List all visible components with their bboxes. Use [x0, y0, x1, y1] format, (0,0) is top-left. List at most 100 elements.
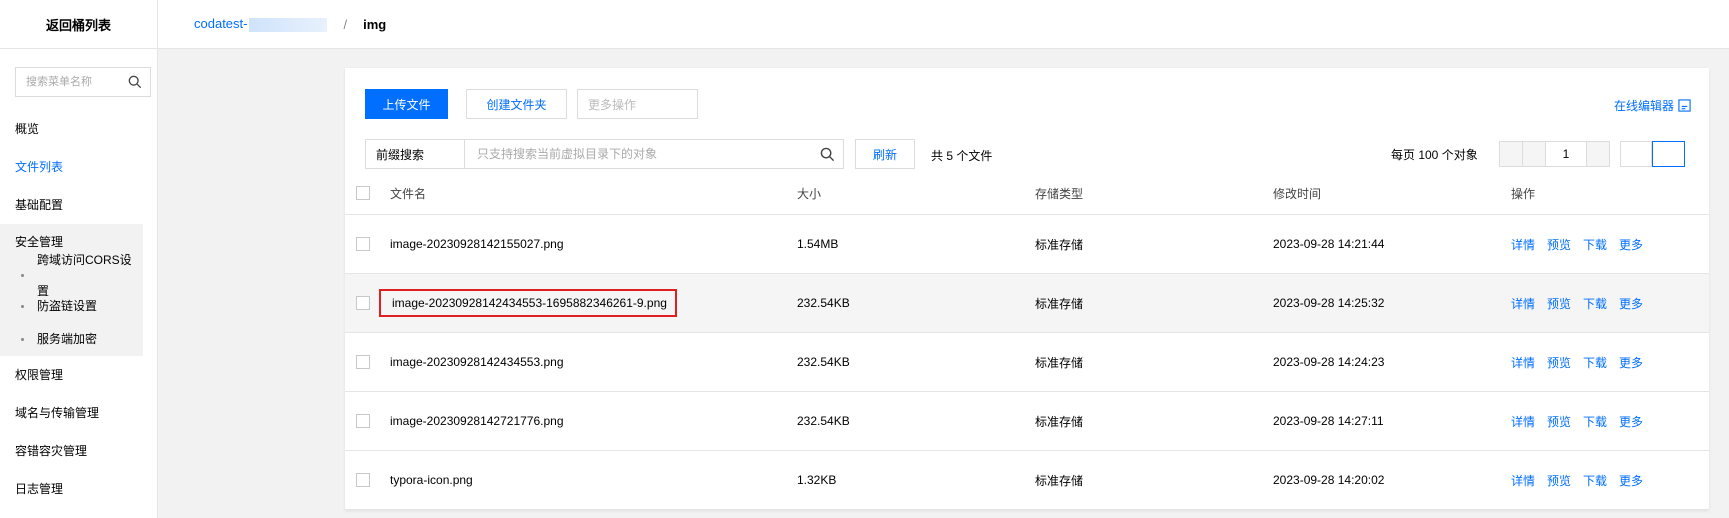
more-link[interactable]: 更多 [1619, 238, 1643, 252]
menu-search-input[interactable] [24, 75, 128, 89]
row-select-cell [345, 391, 390, 451]
prev-page-button[interactable] [1522, 141, 1546, 167]
table-row: image-20230928142434553.png 232.54KB 标准存… [345, 332, 1709, 392]
download-link[interactable]: 下载 [1583, 356, 1607, 370]
external-editor-icon [1678, 99, 1691, 112]
storage-class: 标准存储 [1035, 214, 1273, 274]
storage-class: 标准存储 [1035, 391, 1273, 451]
object-search-input[interactable] [475, 146, 809, 162]
upload-file-button[interactable]: 上传文件 [365, 89, 448, 119]
object-search-box[interactable] [464, 139, 844, 169]
back-to-bucket-list-button[interactable]: 返回桶列表 [0, 0, 157, 49]
page-number-input[interactable]: 1 [1545, 141, 1587, 167]
redacted-bucket-suffix [249, 17, 328, 32]
file-table: 文件名 大小 存储类型 修改时间 操作 image-20230928142155… [345, 172, 1709, 510]
select-all-checkbox[interactable] [356, 186, 370, 201]
table-row: typora-icon.png 1.32KB 标准存储 2023-09-28 1… [345, 450, 1709, 510]
create-folder-button[interactable]: 创建文件夹 [466, 89, 567, 119]
list-view-toggle[interactable] [1620, 141, 1652, 167]
next-page-button[interactable] [1586, 141, 1610, 167]
sidebar-item-logs[interactable]: 日志管理 [0, 470, 157, 508]
file-name[interactable]: image-20230928142155027.png [390, 214, 797, 274]
sidebar-subitem-encryption[interactable]: 服务端加密 [0, 322, 143, 356]
details-link[interactable]: 详情 [1511, 238, 1535, 252]
search-mode-select[interactable]: 前缀搜索 [365, 139, 465, 169]
file-name[interactable]: image-20230928142721776.png [390, 391, 797, 451]
sidebar-subitem-label: 防盗链设置 [37, 299, 98, 313]
more-link[interactable]: 更多 [1619, 297, 1643, 311]
refresh-button[interactable]: 刷新 [855, 139, 915, 169]
sidebar-item-disaster-recovery[interactable]: 容错容灾管理 [0, 432, 157, 470]
online-editor-label: 在线编辑器 [1613, 99, 1674, 113]
first-page-button[interactable] [1499, 141, 1523, 167]
column-header-actions: 操作 [1511, 172, 1709, 215]
preview-link[interactable]: 预览 [1547, 415, 1571, 429]
breadcrumb-separator: / [343, 16, 348, 32]
sidebar-group-security: 安全管理 跨域访问CORS设置 防盗链设置 服务端加密 [0, 224, 143, 356]
select-all-cell [345, 172, 390, 215]
file-name[interactable]: image-20230928142434553.png [390, 332, 797, 392]
sidebar-item-basic-config[interactable]: 基础配置 [0, 186, 157, 224]
grid-view-toggle[interactable] [1652, 141, 1685, 167]
bullet-dot [21, 274, 24, 277]
sidebar-item-file-list[interactable]: 文件列表 [0, 148, 157, 186]
sidebar-subitem-cors[interactable]: 跨域访问CORS设置 [0, 253, 143, 298]
download-link[interactable]: 下载 [1583, 415, 1607, 429]
modified-time: 2023-09-28 14:27:11 [1273, 391, 1511, 451]
more-link[interactable]: 更多 [1619, 356, 1643, 370]
details-link[interactable]: 详情 [1511, 356, 1535, 370]
sidebar-item-permissions[interactable]: 权限管理 [0, 356, 157, 394]
sidebar: 返回桶列表 概览 文件列表 基础配置 安全管理 跨域访问CORS设置 防盗链设置… [0, 0, 158, 518]
row-actions: 详情 预览 下载 更多 [1511, 391, 1709, 451]
table-row: image-20230928142155027.png 1.54MB 标准存储 … [345, 214, 1709, 274]
file-count: 共 5 个文件 [931, 149, 993, 163]
row-checkbox[interactable] [356, 296, 370, 311]
menu-search-box[interactable] [15, 67, 151, 97]
row-checkbox[interactable] [356, 414, 370, 429]
modified-time: 2023-09-28 14:25:32 [1273, 273, 1511, 333]
download-link[interactable]: 下载 [1583, 297, 1607, 311]
row-actions: 详情 预览 下载 更多 [1511, 214, 1709, 274]
details-link[interactable]: 详情 [1511, 415, 1535, 429]
row-checkbox[interactable] [356, 473, 370, 488]
breadcrumb: codatest- / img [158, 0, 1729, 49]
column-header-modified-time: 修改时间 [1273, 172, 1511, 215]
more-link[interactable]: 更多 [1619, 474, 1643, 488]
file-size: 232.54KB [797, 273, 1035, 333]
sidebar-item-domain-transfer[interactable]: 域名与传输管理 [0, 394, 157, 432]
file-size: 1.32KB [797, 450, 1035, 510]
row-actions: 详情 预览 下载 更多 [1511, 450, 1709, 510]
modified-time: 2023-09-28 14:20:02 [1273, 450, 1511, 510]
row-select-cell [345, 450, 390, 510]
file-size: 232.54KB [797, 332, 1035, 392]
preview-link[interactable]: 预览 [1547, 356, 1571, 370]
row-checkbox[interactable] [356, 237, 370, 252]
preview-link[interactable]: 预览 [1547, 238, 1571, 252]
breadcrumb-bucket-link[interactable]: codatest- [194, 16, 328, 32]
more-link[interactable]: 更多 [1619, 415, 1643, 429]
download-link[interactable]: 下载 [1583, 238, 1607, 252]
search-icon[interactable] [820, 147, 835, 162]
file-list-panel: 上传文件 创建文件夹 更多操作 在线编辑器 前缀搜索 刷新 共 5 个文件 每页… [345, 68, 1709, 510]
sidebar-menu: 概览 文件列表 基础配置 安全管理 跨域访问CORS设置 防盗链设置 服务端加密… [0, 110, 157, 508]
row-select-cell [345, 214, 390, 274]
online-editor-link[interactable]: 在线编辑器 [1614, 97, 1691, 114]
file-name[interactable]: typora-icon.png [390, 450, 797, 510]
details-link[interactable]: 详情 [1511, 474, 1535, 488]
preview-link[interactable]: 预览 [1547, 297, 1571, 311]
download-link[interactable]: 下载 [1583, 474, 1607, 488]
search-icon[interactable] [128, 75, 142, 89]
more-operations-button[interactable]: 更多操作 [577, 89, 698, 119]
breadcrumb-current-folder: img [363, 16, 387, 32]
sidebar-item-overview[interactable]: 概览 [0, 110, 157, 148]
row-checkbox[interactable] [356, 355, 370, 370]
column-header-size: 大小 [797, 172, 1035, 215]
row-actions: 详情 预览 下载 更多 [1511, 332, 1709, 392]
details-link[interactable]: 详情 [1511, 297, 1535, 311]
highlighted-file-name[interactable]: image-20230928142434553-1695882346261-9.… [379, 289, 677, 317]
file-name-cell: image-20230928142434553-1695882346261-9.… [379, 273, 797, 333]
table-header-row: 文件名 大小 存储类型 修改时间 操作 [345, 172, 1709, 215]
preview-link[interactable]: 预览 [1547, 474, 1571, 488]
modified-time: 2023-09-28 14:24:23 [1273, 332, 1511, 392]
table-row: image-20230928142721776.png 232.54KB 标准存… [345, 391, 1709, 451]
